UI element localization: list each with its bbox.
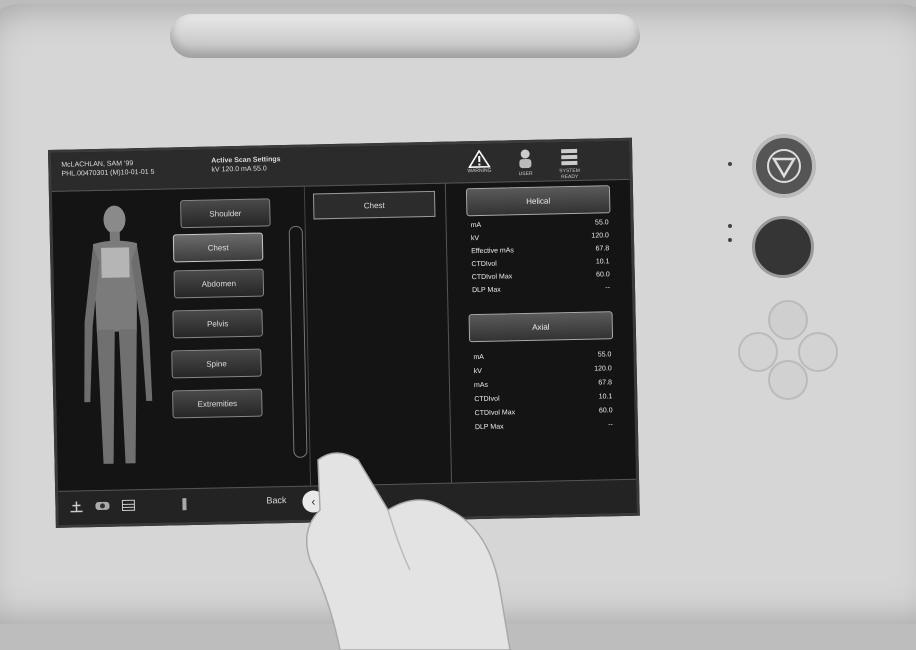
axial-param-row: kV 120.0 <box>474 365 612 379</box>
region-button-abdomen[interactable]: Abdomen <box>173 268 265 299</box>
helical-param-row: kV 120.0 <box>471 232 609 246</box>
region-button-shoulder[interactable]: Shoulder <box>180 198 271 229</box>
param-value: 55.0 <box>597 351 612 359</box>
selected-region-button[interactable]: Chest <box>312 190 436 220</box>
indicator-led <box>728 238 732 242</box>
scan-parameters-column: Helical mA 55.0 kV 120.0 Effective mAs 67.8… <box>450 179 626 482</box>
param-name: Effective mAs <box>471 247 514 256</box>
grid-icon[interactable] <box>120 498 136 512</box>
axial-param-row: mA 55.0 <box>473 351 611 365</box>
warning-indicator[interactable]: WARNING <box>459 149 499 175</box>
protocol-subtitle: kV 120.0 mA 55.0 <box>211 165 267 174</box>
patient-id: PHL.00470301 (M)10-01-01 5 <box>61 168 155 178</box>
param-name: kV <box>473 367 482 376</box>
param-value: 10.1 <box>598 393 613 401</box>
operator-hand <box>305 452 511 650</box>
region-label: Abdomen <box>201 278 237 289</box>
region-label: Spine <box>206 358 227 369</box>
system-status-indicator[interactable]: SYSTEM READY <box>551 148 588 181</box>
param-value: 120.0 <box>594 365 612 373</box>
param-name: DLP Max <box>471 286 501 295</box>
axial-param-row: CTDIvol 10.1 <box>474 393 612 407</box>
dose-meter-icon[interactable] <box>176 497 192 511</box>
param-value: -- <box>608 421 613 429</box>
axial-param-row: DLP Max -- <box>475 421 613 435</box>
axial-param-row: CTDIvol Max 60.0 <box>475 407 613 421</box>
helical-param-row: mA 55.0 <box>471 219 609 233</box>
region-label: Extremities <box>197 398 238 409</box>
axial-mode-button[interactable]: Axial <box>468 311 614 343</box>
region-label: Shoulder <box>209 208 242 219</box>
region-label: Chest <box>207 242 229 253</box>
protocol-column: Chest <box>303 182 453 486</box>
axial-label: Axial <box>532 322 550 332</box>
param-name: CTDIvol Max <box>471 273 513 282</box>
param-name: mA <box>470 221 482 230</box>
stop-triangle-icon <box>767 149 801 183</box>
gantry-icon[interactable] <box>94 499 110 513</box>
user-icon <box>519 149 532 169</box>
axial-param-row: mAs 67.8 <box>474 379 612 393</box>
param-value: 60.0 <box>596 271 610 279</box>
dpad-down-button[interactable] <box>768 360 808 400</box>
region-label: Pelvis <box>206 318 229 329</box>
param-name: kV <box>470 234 480 243</box>
patient-table-icon[interactable] <box>68 499 84 513</box>
helical-param-row: CTDIvol Max 60.0 <box>472 271 610 285</box>
dpad-up-button[interactable] <box>768 300 808 340</box>
param-value: 60.0 <box>598 407 613 415</box>
param-name: mA <box>473 353 485 362</box>
param-name: mAs <box>473 381 489 390</box>
param-value: 55.0 <box>594 219 609 227</box>
helical-param-row: CTDIvol 10.1 <box>471 258 609 272</box>
console-handle <box>170 14 640 58</box>
region-button-extremities[interactable]: Extremities <box>172 388 263 419</box>
param-value: 10.1 <box>595 258 610 266</box>
system-status-icon <box>561 148 578 166</box>
user-indicator[interactable]: USER <box>507 149 544 178</box>
region-button-spine[interactable]: Spine <box>171 348 262 379</box>
region-button-pelvis[interactable]: Pelvis <box>172 308 263 339</box>
warning-label: WARNING <box>467 167 492 175</box>
region-button-chest[interactable]: Chest <box>172 232 264 263</box>
param-value: -- <box>605 284 611 292</box>
param-name: CTDIvol <box>471 260 497 269</box>
body-figure-icon[interactable] <box>74 201 160 473</box>
helical-param-row: Effective mAs 67.8 <box>471 245 609 259</box>
param-value: 120.0 <box>591 232 609 240</box>
param-name: CTDIvol <box>474 395 500 404</box>
patient-info: McLACHLAN, SAM ‘99 PHL.00470301 (M)10-01… <box>61 159 154 179</box>
protocol-selection-area: Shoulder Chest Abdomen Pelvis Spine Extr… <box>52 179 636 491</box>
helical-mode-button[interactable]: Helical <box>465 185 611 217</box>
indicator-led <box>728 224 732 228</box>
dpad-right-button[interactable] <box>798 332 838 372</box>
user-label: USER <box>518 170 533 178</box>
selected-region-label: Chest <box>363 200 385 210</box>
protocol-info: Active Scan Settings kV 120.0 mA 55.0 <box>211 155 281 174</box>
system-status-label: SYSTEM READY <box>559 167 580 181</box>
param-name: DLP Max <box>474 423 504 432</box>
back-label: Back <box>266 495 287 506</box>
helical-param-row: DLP Max -- <box>472 284 610 298</box>
warning-icon <box>468 149 491 169</box>
param-name: CTDIvol Max <box>474 409 516 418</box>
indicator-led <box>728 162 732 166</box>
emergency-stop-button[interactable] <box>752 134 816 198</box>
param-value: 67.8 <box>595 245 610 253</box>
hardware-button-panel <box>716 120 866 420</box>
helical-label: Helical <box>526 195 551 206</box>
start-scan-button[interactable] <box>752 216 814 278</box>
param-value: 67.8 <box>598 379 613 387</box>
